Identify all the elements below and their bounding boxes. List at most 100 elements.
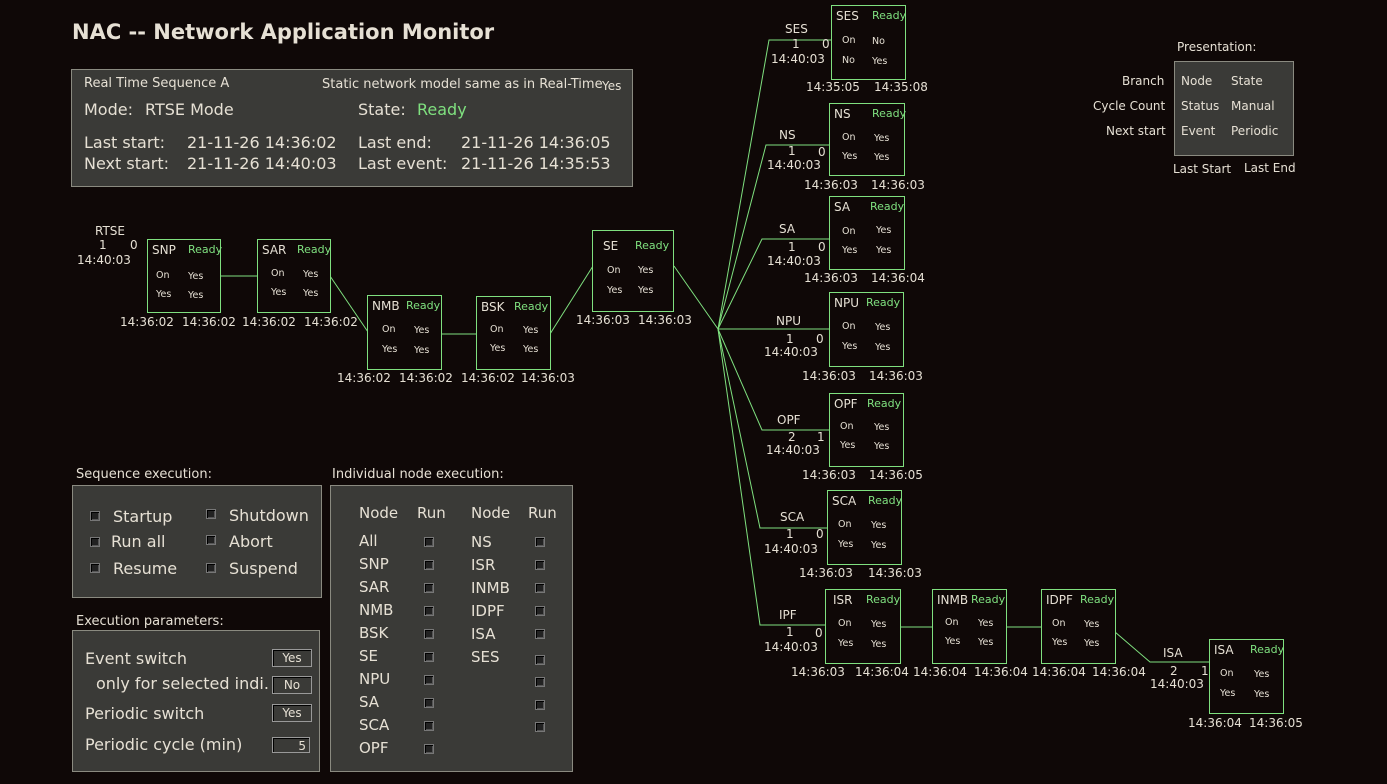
node-status-val: Yes <box>490 343 506 354</box>
node-status: Ready <box>971 593 1006 606</box>
run-checkbox-nmb[interactable] <box>424 606 434 616</box>
periodic-switch-label: Periodic switch <box>85 704 205 723</box>
node-name: SES <box>836 9 859 23</box>
node-idpf[interactable]: IDPF Ready On Yes Yes Yes <box>1041 589 1116 664</box>
run-checkbox-sca[interactable] <box>424 721 434 731</box>
node-name: NPU <box>834 296 859 310</box>
run-checkbox-bsk[interactable] <box>424 629 434 639</box>
run-checkbox-empty-2[interactable] <box>535 700 545 710</box>
node-manual: Yes <box>871 639 887 650</box>
node-opf[interactable]: OPF Ready On Yes Yes Yes <box>829 393 904 467</box>
ns-next-start: 14:40:03 <box>767 158 821 172</box>
node-status: Ready <box>514 300 549 313</box>
node-event: On <box>945 617 959 628</box>
node-snp[interactable]: SNP Ready On Yes Yes Yes <box>147 239 222 313</box>
node-manual: Yes <box>523 344 539 355</box>
node-status: Ready <box>872 107 907 120</box>
node-status: Ready <box>635 239 670 252</box>
node-sa[interactable]: SA Ready On Yes Yes Yes <box>829 196 905 270</box>
run-checkbox-npu[interactable] <box>424 675 434 685</box>
ipf-cycle-count: 1 <box>786 625 794 639</box>
npu-last-end: 14:36:03 <box>869 369 923 383</box>
run-checkbox-se[interactable] <box>424 652 434 662</box>
node-sca[interactable]: SCA Ready On Yes Yes Yes <box>827 490 902 565</box>
run-checkbox-opf[interactable] <box>424 744 434 754</box>
event-switch-field[interactable]: Yes <box>272 649 312 667</box>
individual-node-execution-panel: Node Run Node Run All SNP SAR NMB BSK SE… <box>330 485 573 772</box>
node-npu[interactable]: NPU Ready On Yes Yes Yes <box>829 292 904 367</box>
node-inmb[interactable]: INMB Ready On Yes Yes Yes <box>932 589 1007 664</box>
sa-next-start: 14:40:03 <box>767 254 821 268</box>
node-row-nmb: NMB <box>359 601 394 619</box>
node-name: NS <box>834 107 851 121</box>
run-checkbox-snp[interactable] <box>424 560 434 570</box>
run-checkbox-all[interactable] <box>424 537 434 547</box>
run-checkbox-isa[interactable] <box>535 629 545 639</box>
ses-last-start: 14:35:05 <box>806 80 860 94</box>
sa-cycle-count: 1 <box>788 240 796 254</box>
suspend-checkbox[interactable] <box>206 563 216 573</box>
run-checkbox-isr[interactable] <box>535 560 545 570</box>
node-row-npu: NPU <box>359 670 391 688</box>
node-event: On <box>271 268 285 279</box>
npu-last-start: 14:36:03 <box>802 369 856 383</box>
shutdown-checkbox[interactable] <box>206 509 216 519</box>
execution-parameters-label: Execution parameters: <box>76 614 224 629</box>
node-periodic: Yes <box>871 520 887 531</box>
node-status: Ready <box>297 243 332 256</box>
node-bsk[interactable]: BSK Ready On Yes Yes Yes <box>476 296 551 370</box>
node-status-val: Yes <box>842 245 858 256</box>
ns-cycle-manual: 0 <box>818 145 826 159</box>
node-isr[interactable]: ISR Ready On Yes Yes Yes <box>825 589 901 664</box>
node-status-val: Yes <box>1220 688 1236 699</box>
abort-checkbox[interactable] <box>206 535 216 545</box>
ns-last-start: 14:36:03 <box>804 178 858 192</box>
startup-label: Startup <box>113 507 173 526</box>
run-checkbox-inmb[interactable] <box>535 583 545 593</box>
ipf-cycle-manual: 0 <box>815 626 823 640</box>
resume-checkbox[interactable] <box>90 563 100 573</box>
only-selected-field[interactable]: No <box>272 676 312 694</box>
run-checkbox-empty-1[interactable] <box>535 677 545 687</box>
node-row-opf: OPF <box>359 739 389 757</box>
node-name: SE <box>603 239 619 253</box>
node-nmb[interactable]: NMB Ready On Yes Yes Yes <box>367 295 442 370</box>
periodic-switch-field[interactable]: Yes <box>272 704 312 722</box>
run-checkbox-empty-3[interactable] <box>535 722 545 732</box>
run-checkbox-ns[interactable] <box>535 537 545 547</box>
node-manual: Yes <box>188 290 204 301</box>
ns-last-end: 14:36:03 <box>871 178 925 192</box>
node-se[interactable]: SE Ready On Yes Yes Yes <box>592 230 674 312</box>
bsk-last-start: 14:36:02 <box>461 371 515 385</box>
ipf-next-start: 14:40:03 <box>764 640 818 654</box>
branch-npu: NPU <box>776 314 801 328</box>
run-checkbox-sar[interactable] <box>424 583 434 593</box>
node-periodic: Yes <box>188 271 204 282</box>
node-manual: Yes <box>1254 689 1270 700</box>
node-status-val: Yes <box>607 285 623 296</box>
run-all-label: Run all <box>111 532 166 551</box>
node-sar[interactable]: SAR Ready On Yes Yes Yes <box>257 239 331 313</box>
rtse-label: RTSE <box>95 224 125 238</box>
startup-checkbox[interactable] <box>90 511 100 521</box>
run-header-2: Run <box>528 504 557 522</box>
node-row-ses: SES <box>471 648 500 666</box>
abort-label: Abort <box>229 532 273 551</box>
node-header-1: Node <box>359 504 399 522</box>
run-checkbox-sa[interactable] <box>424 698 434 708</box>
node-isa[interactable]: ISA Ready On Yes Yes Yes <box>1209 639 1284 714</box>
node-ns[interactable]: NS Ready On Yes Yes Yes <box>829 103 907 176</box>
run-checkbox-ses[interactable] <box>535 655 545 665</box>
periodic-cycle-field[interactable]: 5 <box>272 737 310 753</box>
rtse-cycle-manual: 0 <box>130 238 138 252</box>
node-periodic: No <box>872 36 885 47</box>
run-checkbox-idpf[interactable] <box>535 606 545 616</box>
node-event: On <box>1220 668 1234 679</box>
node-row-bsk: BSK <box>359 624 389 642</box>
node-status-val: No <box>842 55 855 66</box>
node-event: On <box>838 519 852 530</box>
node-ses[interactable]: SES Ready On No No Yes <box>831 5 906 80</box>
nmb-last-end: 14:36:02 <box>399 371 453 385</box>
run-all-checkbox[interactable] <box>90 537 100 547</box>
sca-last-end: 14:36:03 <box>868 566 922 580</box>
